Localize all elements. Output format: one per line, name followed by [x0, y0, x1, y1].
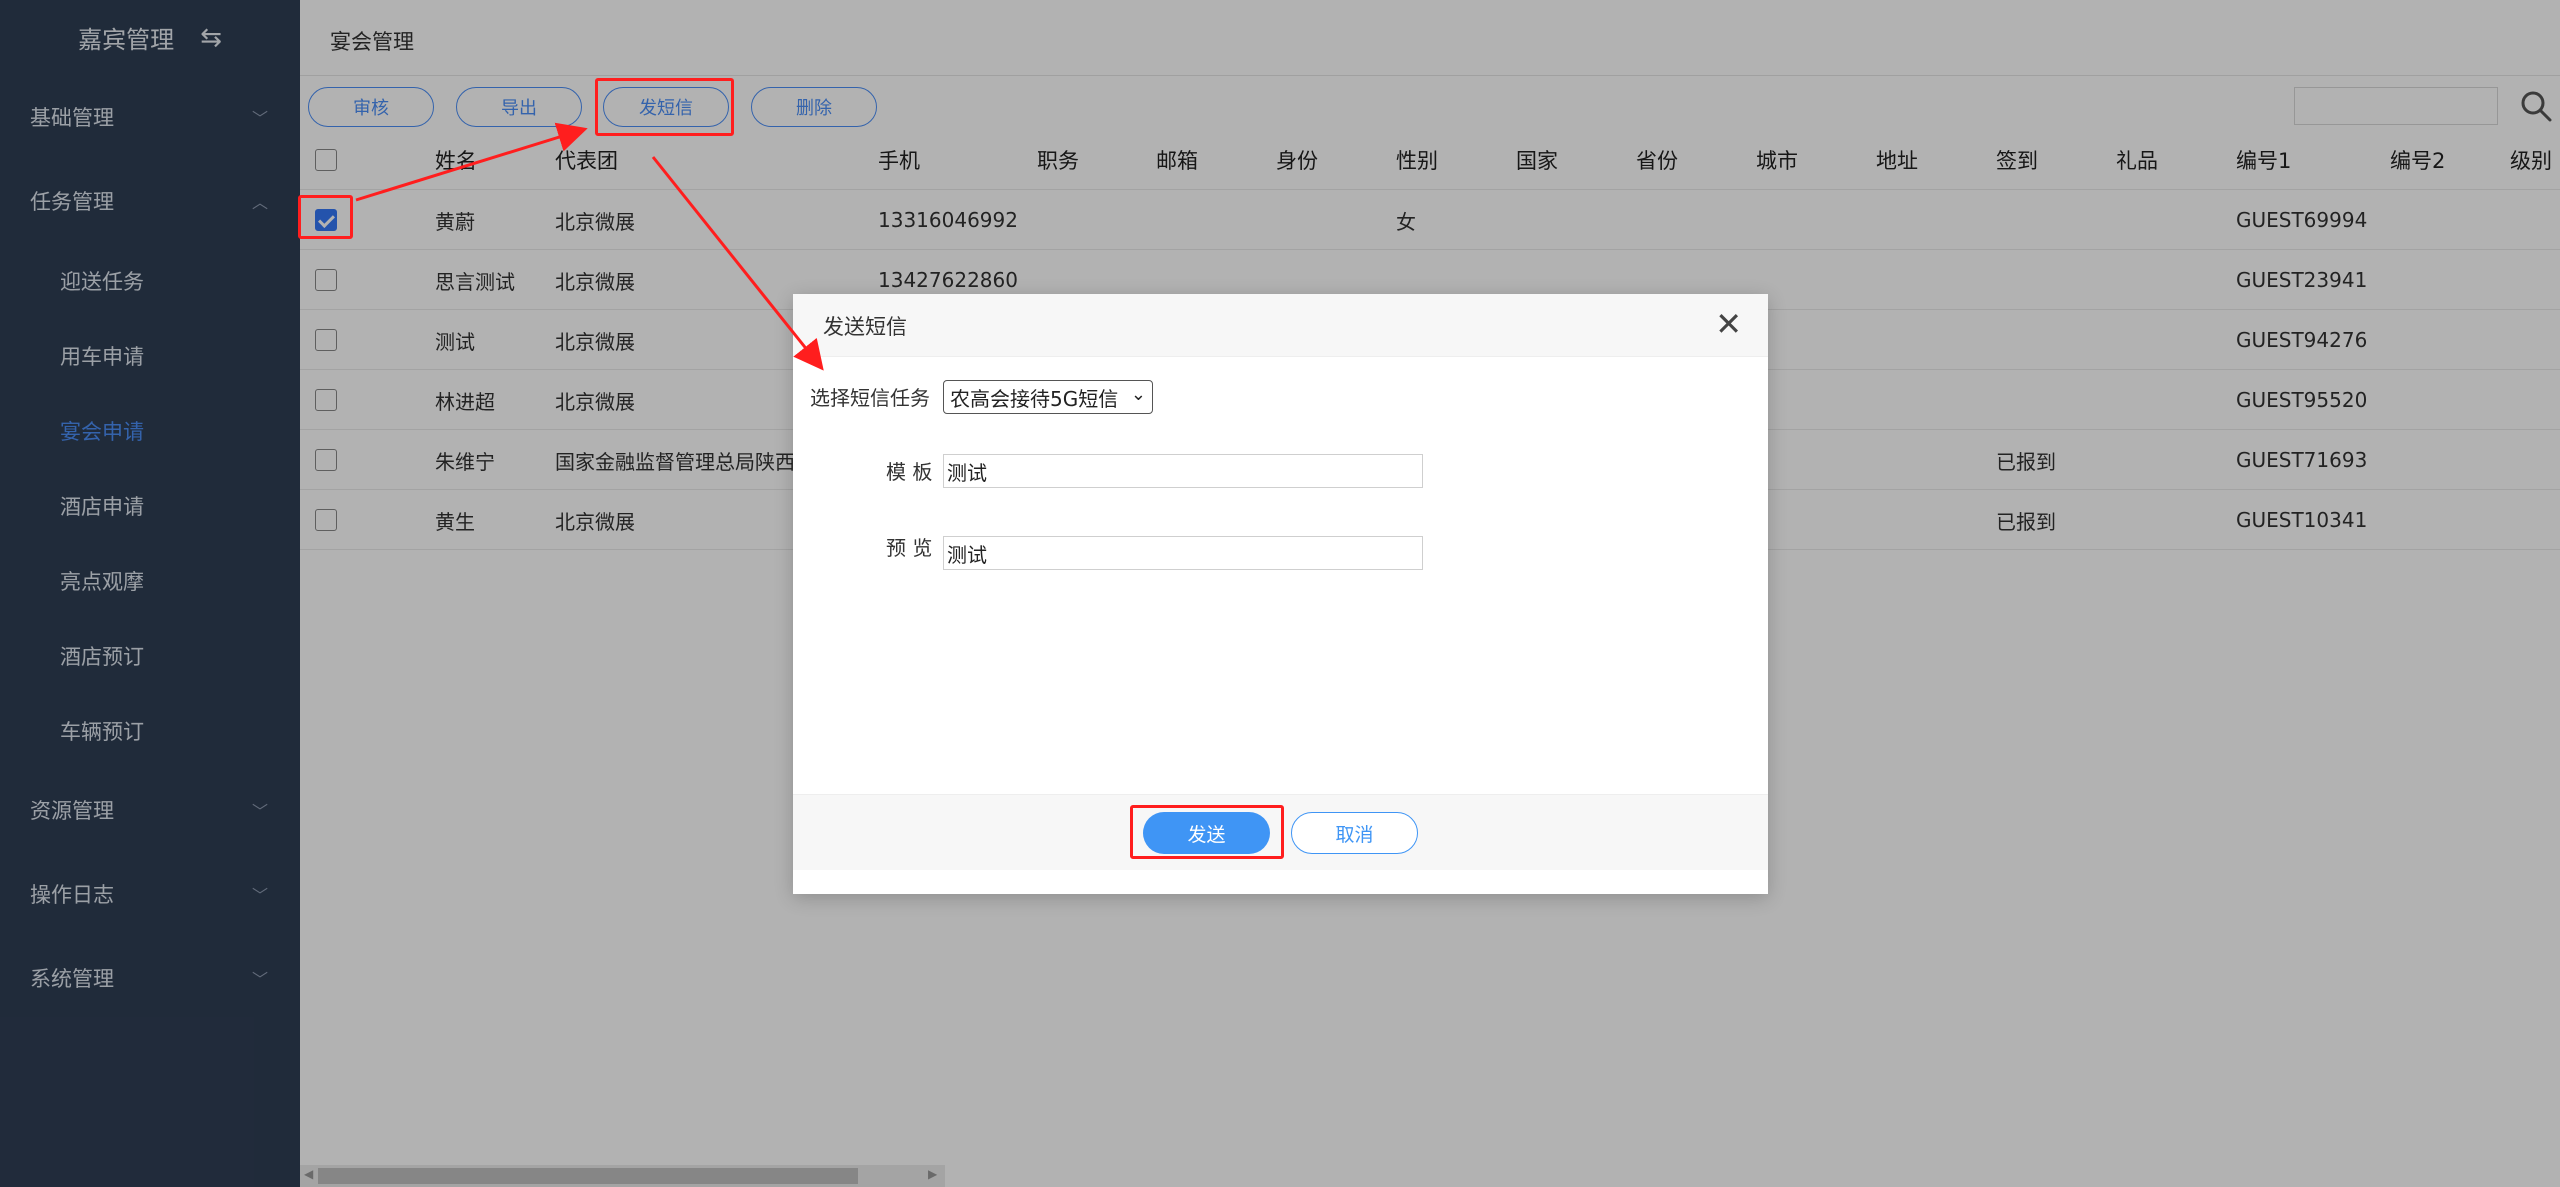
- chevron-down-icon: ⌄: [1130, 384, 1146, 405]
- sms-task-select[interactable]: 农高会接待5G短信 ⌄: [943, 380, 1153, 414]
- dialog-title: 发送短信: [823, 315, 907, 339]
- template-label: 模 板: [886, 460, 933, 484]
- send-sms-dialog: 发送短信 ✕ 选择短信任务 农高会接待5G短信 ⌄ 模 板 测试 预 览 测试 …: [793, 294, 1768, 894]
- template-field[interactable]: 测试: [943, 454, 1423, 488]
- highlight-send-button: [1130, 805, 1284, 859]
- cancel-button[interactable]: 取消: [1291, 812, 1418, 854]
- highlight-row-checkbox: [298, 195, 353, 239]
- close-icon[interactable]: ✕: [1715, 306, 1742, 342]
- sms-task-label: 选择短信任务: [810, 386, 930, 410]
- preview-field[interactable]: 测试: [943, 536, 1423, 570]
- preview-label: 预 览: [886, 536, 933, 560]
- dialog-header: 发送短信 ✕: [793, 294, 1768, 357]
- highlight-send-sms-button: [595, 78, 734, 136]
- sms-task-value: 农高会接待5G短信: [950, 386, 1119, 411]
